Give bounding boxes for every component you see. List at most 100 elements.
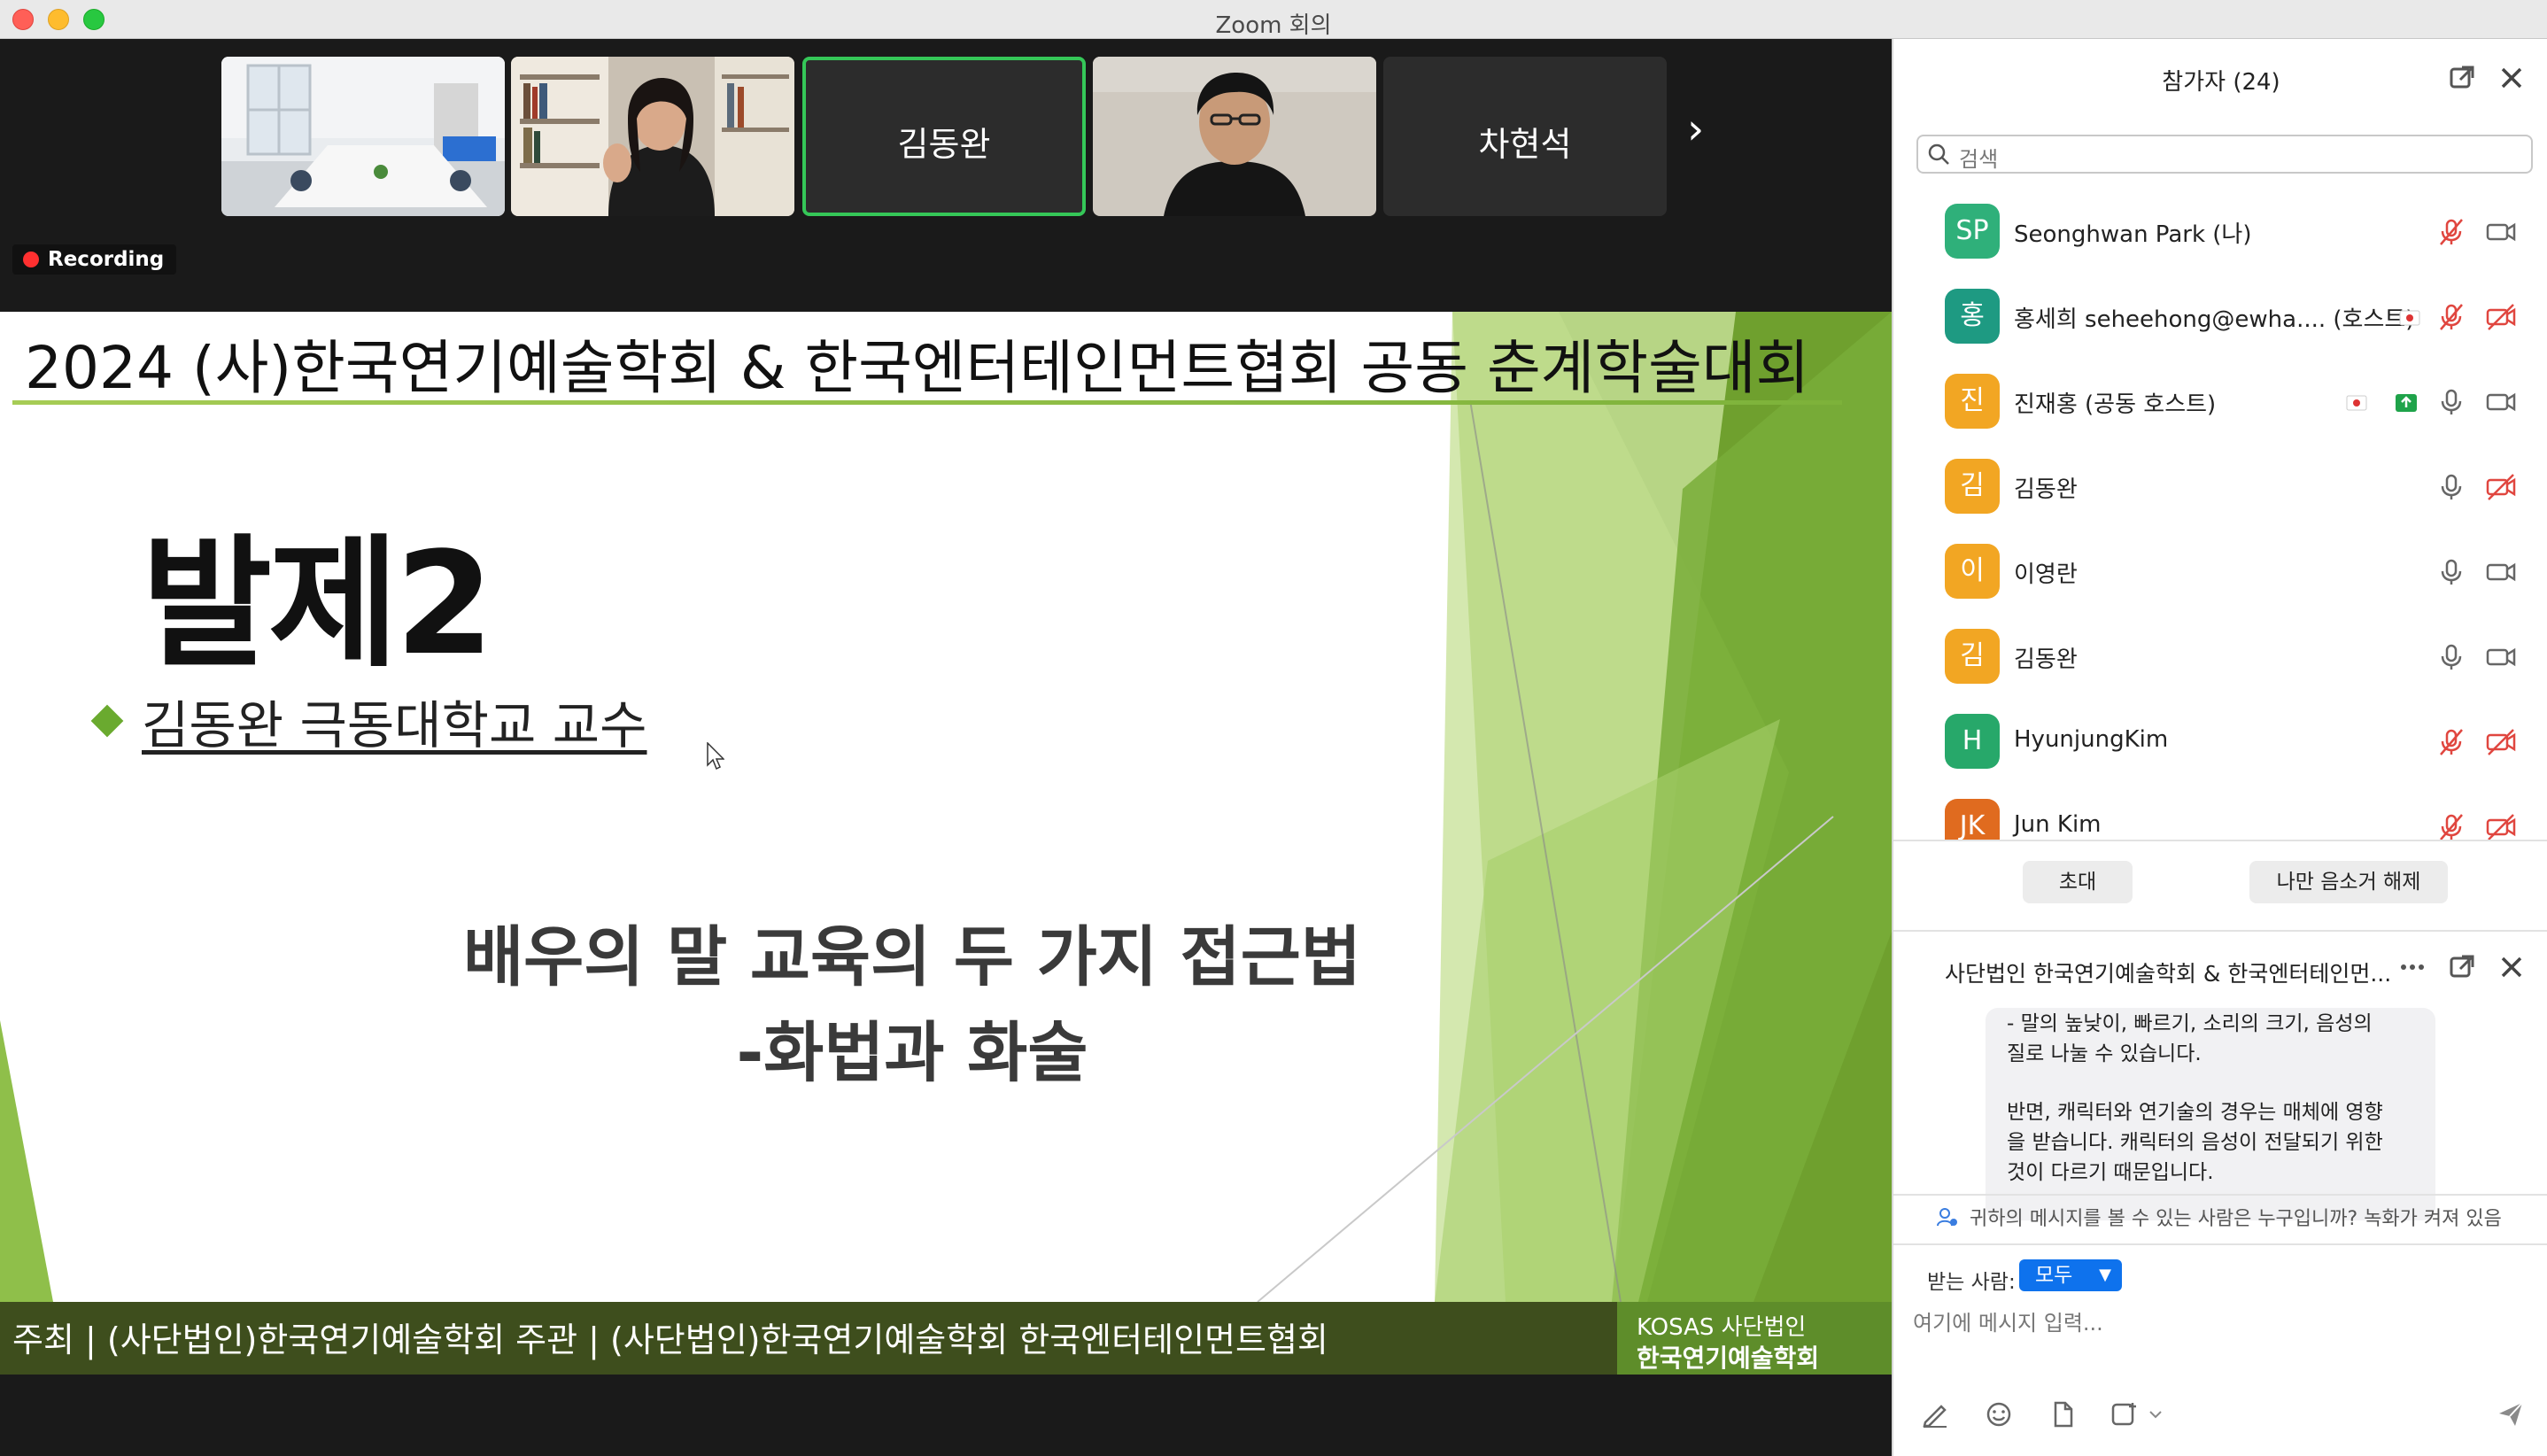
mic-muted-icon[interactable] <box>2435 216 2467 248</box>
side-panel: 참가자 (24) 검색 SP Seonghwan Park (나) 홍 홍세희 … <box>1892 39 2547 1456</box>
mic-muted-icon[interactable] <box>2435 301 2467 333</box>
recording-indicator[interactable]: Recording <box>12 244 177 275</box>
chevron-down-icon: ▼ <box>2099 1266 2111 1284</box>
participant-row[interactable]: SP Seonghwan Park (나) <box>1893 191 2547 276</box>
participant-row[interactable]: 이 이영란 <box>1893 531 2547 616</box>
pop-out-icon[interactable] <box>2446 62 2478 94</box>
topic-line-1: 배우의 말 교육의 두 가지 접근법 <box>463 919 1361 995</box>
avatar: H <box>1945 714 2000 769</box>
slide-green-decoration <box>0 312 1892 1303</box>
unmute-me-button[interactable]: 나만 음소거 해제 <box>2249 861 2448 903</box>
avatar: 김 <box>1945 459 2000 514</box>
microphone-icon[interactable] <box>2435 386 2467 418</box>
pop-out-icon[interactable] <box>2446 951 2478 983</box>
send-icon[interactable] <box>2496 1399 2526 1429</box>
participant-row[interactable]: 김 김동완 <box>1893 446 2547 531</box>
chevron-down-icon[interactable] <box>2147 1399 2164 1429</box>
society-logo: KOSAS 사단법인 한국연기예술학회 <box>1617 1302 1892 1375</box>
video-tile-bookshelf[interactable] <box>511 57 794 216</box>
microphone-icon[interactable] <box>2435 556 2467 588</box>
footer-text: 주최 | (사단법인)한국연기예술학회 주관 | (사단법인)한국연기예술학회 … <box>12 1320 1328 1359</box>
video-camera-icon[interactable] <box>2485 216 2517 248</box>
video-camera-icon[interactable] <box>2485 641 2517 673</box>
format-text-icon[interactable] <box>1920 1399 1950 1429</box>
divider <box>1893 840 2547 841</box>
recipient-label: 받는 사람: <box>1927 1271 2016 1294</box>
chat-message-line: 질로 나눌 수 있습니다. <box>2007 1042 2202 1065</box>
mouse-pointer-icon <box>707 742 724 771</box>
video-camera-icon[interactable] <box>2485 386 2517 418</box>
file-attach-icon[interactable] <box>2048 1399 2078 1429</box>
divider <box>1893 930 2547 932</box>
participant-row[interactable]: H HyunjungKim <box>1893 701 2547 786</box>
video-tile-active-speaker[interactable]: 김동완 <box>802 57 1086 216</box>
participant-name: 김동완 <box>2014 476 2078 503</box>
participant-search-input[interactable]: 검색 <box>1916 135 2533 174</box>
presenter-name: 김동완 극동대학교 교수 <box>142 695 647 755</box>
language-flag-icon <box>2346 395 2367 411</box>
participant-row[interactable]: 홍 홍세희 seheehong@ewha.... (호스트) <box>1893 276 2547 361</box>
video-off-icon[interactable] <box>2485 726 2517 758</box>
participant-row[interactable]: 진 진재홍 (공동 호스트) <box>1893 361 2547 446</box>
user-privacy-icon <box>1937 1208 1957 1227</box>
video-off-icon[interactable] <box>2485 301 2517 333</box>
emoji-icon[interactable] <box>1984 1399 2014 1429</box>
participant-name: 홍세희 seheehong@ewha.... (호스트) <box>2014 306 2415 333</box>
more-options-icon[interactable] <box>2396 951 2428 983</box>
topic-line-2: -화법과 화술 <box>736 1015 1088 1091</box>
avatar: 홍 <box>1945 289 2000 344</box>
participant-name: Jun Kim <box>2014 811 2102 838</box>
invite-button[interactable]: 초대 <box>2023 861 2133 903</box>
participant-row[interactable]: 김 김동완 <box>1893 616 2547 701</box>
presentation-title: 발제2 <box>142 521 494 686</box>
recipient-value: 모두 <box>2035 1264 2073 1287</box>
close-icon[interactable] <box>2496 62 2528 94</box>
heading-underline <box>12 400 1842 405</box>
participant-row[interactable]: JK Jun Kim <box>1893 786 2547 840</box>
close-icon[interactable] <box>2496 951 2528 983</box>
diamond-bullet-icon <box>90 704 124 738</box>
meeting-room-video <box>221 57 505 216</box>
search-icon <box>1928 143 1949 165</box>
chat-message-line: - 말의 높낮이, 빠르기, 소리의 크기, 음성의 <box>2007 1012 2373 1035</box>
mic-muted-icon[interactable] <box>2435 726 2467 758</box>
shared-slide: 2024 (사)한국연기예술학회 & 한국엔터테인먼트협회 공동 춘계학술대회 … <box>0 312 1892 1375</box>
privacy-notice[interactable]: 귀하의 메시지를 볼 수 있는 사람은 누구입니까? 녹화가 켜져 있음 <box>1970 1203 2502 1231</box>
chat-message-line: 을 받습니다. 캐릭터의 음성이 전달되기 위한 <box>2007 1131 2383 1154</box>
video-tile-man[interactable] <box>1093 57 1376 216</box>
mic-muted-icon[interactable] <box>2435 811 2467 840</box>
participant-name: 김동완 <box>2014 647 2078 673</box>
participant-name: Seonghwan Park (나) <box>2014 221 2252 248</box>
screenshot-icon[interactable] <box>2110 1399 2140 1429</box>
microphone-icon[interactable] <box>2435 471 2467 503</box>
logo-bottom-text: 한국연기예술학회 <box>1637 1344 1820 1373</box>
recording-label: Recording <box>48 248 165 271</box>
screen-share-icon <box>2396 394 2417 412</box>
tile-participant-name: 차현석 <box>1478 125 1572 164</box>
participant-name: 진재홍 (공동 호스트) <box>2014 391 2217 418</box>
video-tile-meeting-room[interactable] <box>221 57 505 216</box>
recipient-select[interactable]: 모두 ▼ <box>2019 1259 2122 1291</box>
video-camera-icon[interactable] <box>2485 556 2517 588</box>
video-tile-name-only[interactable]: 차현석 <box>1383 57 1667 216</box>
chat-message-input[interactable]: 여기에 메시지 입력... <box>1913 1305 2103 1336</box>
chat-message-line: 것이 다르기 때문입니다. <box>2007 1161 2214 1184</box>
chevron-right-icon[interactable]: › <box>1687 108 1704 151</box>
tile-participant-name: 김동완 <box>897 125 991 164</box>
gallery-strip: 김동완 차현석 › <box>0 39 1892 225</box>
video-off-icon[interactable] <box>2485 811 2517 840</box>
slide-heading: 2024 (사)한국연기예술학회 & 한국엔터테인먼트협회 공동 춘계학술대회 <box>25 334 1810 402</box>
search-placeholder: 검색 <box>1959 147 1999 172</box>
avatar: 김 <box>1945 629 2000 684</box>
title-bar: Zoom 회의 <box>0 0 2547 39</box>
divider <box>1893 1194 2547 1196</box>
avatar: SP <box>1945 204 2000 259</box>
avatar: 진 <box>1945 374 2000 429</box>
slide-footer: 주최 | (사단법인)한국연기예술학회 주관 | (사단법인)한국연기예술학회 … <box>0 1302 1892 1375</box>
chat-message: - 말의 높낮이, 빠르기, 소리의 크기, 음성의 질로 나눌 수 있습니다.… <box>1986 1008 2435 1220</box>
microphone-icon[interactable] <box>2435 641 2467 673</box>
avatar: 이 <box>1945 544 2000 599</box>
man-portrait-video <box>1093 57 1376 216</box>
video-off-icon[interactable] <box>2485 471 2517 503</box>
logo-top-text: KOSAS 사단법인 <box>1637 1314 1807 1341</box>
